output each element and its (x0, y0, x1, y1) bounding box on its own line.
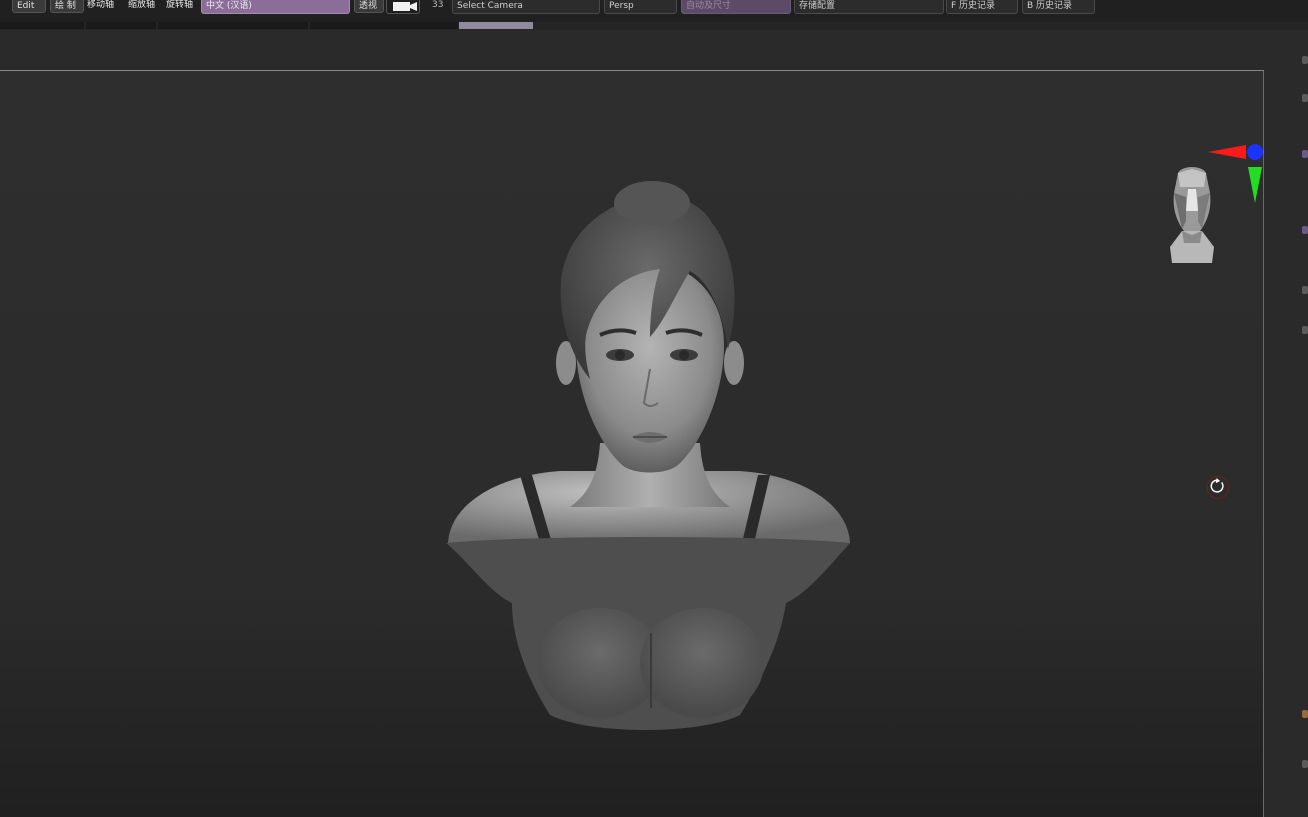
panel-handle[interactable] (1302, 760, 1308, 768)
sculpt-bust-model (446, 181, 850, 730)
draw-button[interactable]: 绘 制 (50, 0, 84, 13)
timeline-scrubber[interactable] (459, 22, 533, 29)
viewport-canvas[interactable] (0, 71, 1264, 817)
camera-index: 33 (432, 0, 444, 10)
panel-handle[interactable] (1302, 94, 1308, 102)
top-toolbar: Edit 绘 制 移动轴 缩放轴 旋转轴 中文 (汉语) 透视 33 Selec… (0, 0, 1308, 23)
panel-handle[interactable] (1302, 286, 1308, 294)
persp-field[interactable]: Persp (604, 0, 677, 14)
rotate-button[interactable]: 旋转轴 (166, 0, 193, 13)
language-select[interactable]: 中文 (汉语) (201, 0, 350, 14)
panel-handle[interactable] (1302, 710, 1308, 718)
panel-handle[interactable] (1302, 150, 1308, 158)
camera-icon (393, 2, 417, 11)
scale-button[interactable]: 缩放轴 (128, 0, 155, 13)
perspective-button[interactable]: 透视 (354, 0, 384, 13)
panel-handle[interactable] (1302, 326, 1308, 334)
camera-select[interactable]: Select Camera (452, 0, 600, 14)
panel-handle[interactable] (1302, 56, 1308, 64)
camera-button[interactable] (386, 0, 420, 14)
panel-handle[interactable] (1302, 226, 1308, 234)
b-history-button[interactable]: B 历史记录 (1022, 0, 1095, 14)
sub-toolbar (0, 30, 1308, 71)
move-button[interactable]: 移动轴 (87, 0, 114, 13)
right-tool-panel (1264, 30, 1308, 817)
timeline-strip (0, 22, 1308, 30)
f-history-button[interactable]: F 历史记录 (946, 0, 1018, 14)
doc-size-field[interactable]: 自动及尺寸 (681, 0, 791, 14)
save-config-button[interactable]: 存储配置 (794, 0, 944, 14)
rotate-icon[interactable] (1202, 473, 1234, 505)
edit-button[interactable]: Edit (12, 0, 46, 13)
head-navigator-icon[interactable] (1160, 163, 1224, 267)
